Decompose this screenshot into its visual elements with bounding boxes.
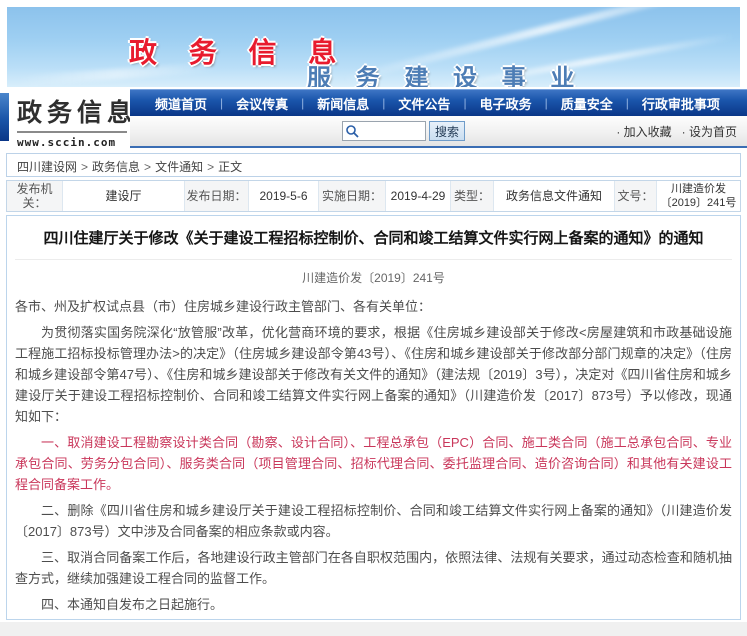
meta-label-0: 发布机关： — [7, 181, 62, 211]
search-icon — [345, 124, 359, 138]
breadcrumb-separator: > — [144, 160, 151, 174]
breadcrumb-separator: > — [207, 160, 214, 174]
logo-url: www.sccin.com — [17, 133, 127, 149]
doc-paragraph-6: 四、本通知自发布之日起施行。 — [15, 594, 732, 615]
meta-value-2: 2019-4-29 — [385, 181, 450, 211]
doc-paragraph-2: 为贯彻落实国务院深化“放管服”改革，优化营商环境的要求，根据《住房城乡建设部关于… — [15, 322, 732, 427]
site-header: 政务信息 www.sccin.com 频道首页|会议传真|新闻信息|文件公告|电… — [0, 89, 747, 148]
document-number: 川建造价发〔2019〕241号 — [15, 269, 732, 286]
logo-accent-bar — [0, 93, 9, 141]
quick-links: · 加入收藏 · 设为首页 — [606, 123, 747, 140]
meta-label-4: 文号： — [614, 181, 656, 211]
search-bar: 搜索 · 加入收藏 · 设为首页 — [130, 116, 747, 146]
meta-value-3: 政务信息文件通知 — [493, 181, 614, 211]
nav-item-1[interactable]: 会议传真 — [223, 94, 301, 113]
meta-label-1: 发布日期： — [184, 181, 248, 211]
nav-item-0[interactable]: 频道首页 — [142, 94, 220, 113]
meta-value-4: 川建造价发〔2019〕241号 — [656, 181, 740, 211]
quick-link-1[interactable]: · 设为首页 — [682, 125, 737, 139]
breadcrumb-item-3: 正文 — [218, 160, 242, 174]
doc-paragraph-1: 各市、州及扩权试点县（市）住房城乡建设行政主管部门、各有关单位： — [15, 296, 732, 317]
header-right: 频道首页|会议传真|新闻信息|文件公告|电子政务|质量安全|行政审批事项 搜索 … — [130, 89, 747, 148]
search-box — [342, 121, 426, 141]
document-body: 各市、州及扩权试点县（市）住房城乡建设行政主管部门、各有关单位： 为贯彻落实国务院… — [15, 296, 732, 615]
nav-item-4[interactable]: 电子政务 — [467, 94, 545, 113]
meta-table: 发布机关：建设厅发布日期：2019-5-6实施日期：2019-4-29类型：政务… — [6, 180, 741, 212]
breadcrumb: 四川建设网 > 政务信息 > 文件通知 > 正文 — [6, 153, 741, 177]
doc-paragraph-5: 三、取消合同备案工作后，各地建设行政主管部门在各自职权范围内，依照法律、法规有关… — [15, 547, 732, 589]
meta-label-2: 实施日期： — [318, 181, 385, 211]
breadcrumb-item-2[interactable]: 文件通知 — [155, 160, 203, 174]
banner-slogan-sub: 服 务 建 设 事 业 — [307, 58, 583, 87]
nav-item-5[interactable]: 质量安全 — [548, 94, 626, 113]
nav-item-6[interactable]: 行政审批事项 — [629, 94, 733, 113]
search-button[interactable]: 搜索 — [429, 121, 465, 141]
logo-title: 政务信息 — [17, 93, 127, 133]
footer-strip — [0, 622, 747, 636]
doc-paragraph-4: 二、删除《四川省住房和城乡建设厅关于建设工程招标控制价、合同和竣工结算文件实行网… — [15, 500, 732, 542]
nav-item-3[interactable]: 文件公告 — [385, 94, 463, 113]
main-nav: 频道首页|会议传真|新闻信息|文件公告|电子政务|质量安全|行政审批事项 — [130, 89, 747, 116]
meta-value-0: 建设厅 — [62, 181, 184, 211]
quick-link-0[interactable]: · 加入收藏 — [616, 125, 671, 139]
document-title: 四川住建厅关于修改《关于建设工程招标控制价、合同和竣工结算文件实行网上备案的通知… — [15, 226, 732, 260]
nav-item-2[interactable]: 新闻信息 — [304, 94, 382, 113]
site-banner: 政 务 信 息 服 务 建 设 事 业 — [7, 7, 740, 87]
breadcrumb-separator: > — [81, 160, 88, 174]
page: 政 务 信 息 服 务 建 设 事 业 政务信息 www.sccin.com 频… — [0, 0, 747, 636]
site-logo[interactable]: 政务信息 www.sccin.com — [17, 93, 127, 149]
doc-paragraph-3: 一、取消建设工程勘察设计类合同（勘察、设计合同）、工程总承包（EPC）合同、施工… — [15, 432, 732, 495]
breadcrumb-item-0[interactable]: 四川建设网 — [17, 160, 77, 174]
search-input[interactable] — [360, 122, 424, 140]
document: 四川住建厅关于修改《关于建设工程招标控制价、合同和竣工结算文件实行网上备案的通知… — [6, 215, 741, 620]
breadcrumb-item-1[interactable]: 政务信息 — [92, 160, 140, 174]
meta-value-1: 2019-5-6 — [248, 181, 318, 211]
meta-label-3: 类型： — [450, 181, 493, 211]
